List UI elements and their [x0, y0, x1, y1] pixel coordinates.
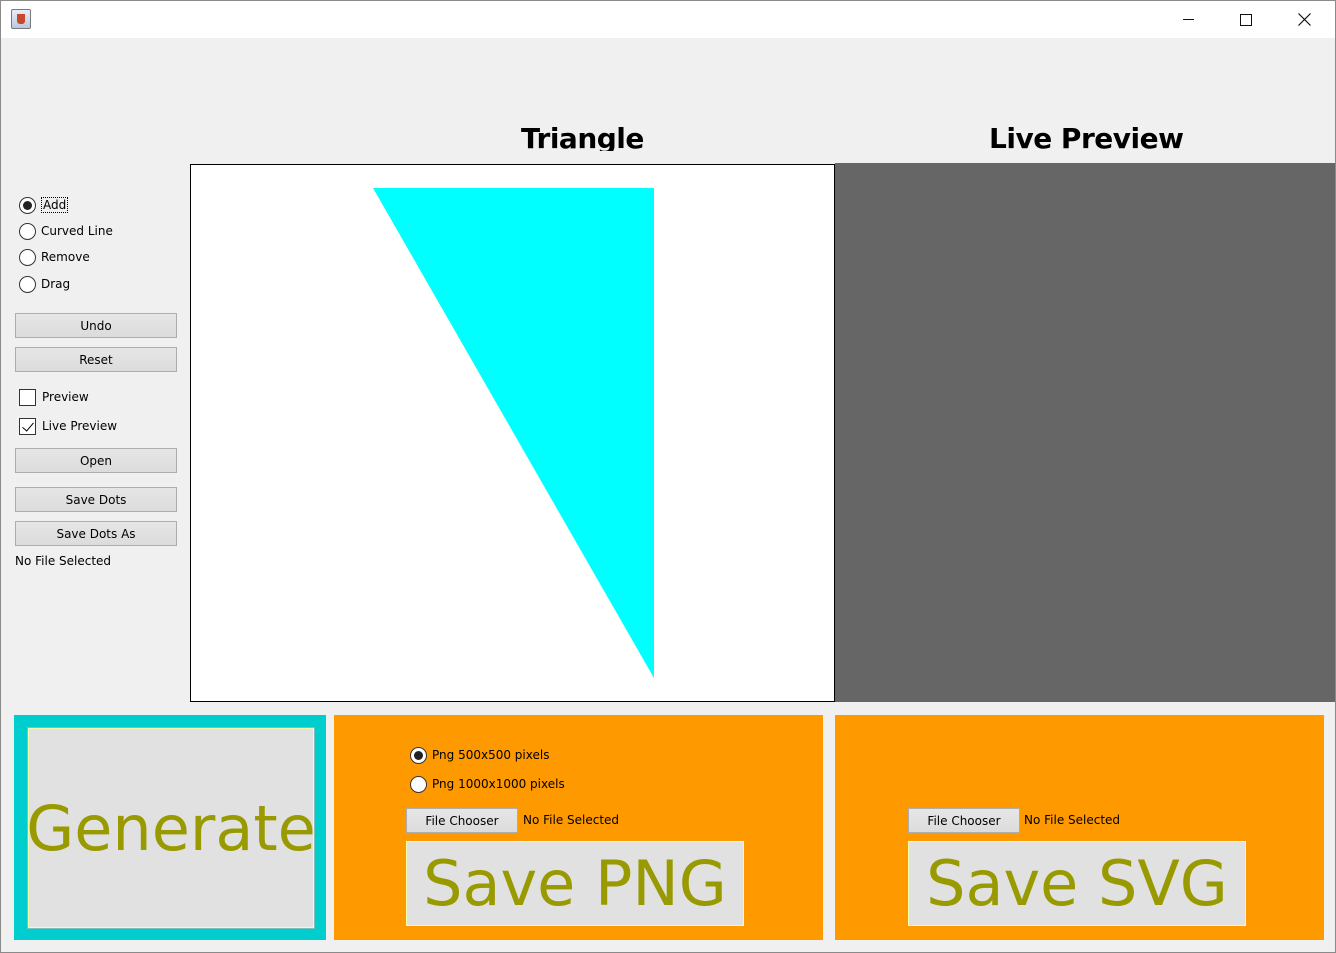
preview-checkbox[interactable]: [19, 388, 36, 406]
open-button[interactable]: Open: [15, 448, 177, 473]
mode-remove-radio[interactable]: Remove: [19, 247, 90, 267]
png-file-status: No File Selected: [523, 813, 620, 827]
preview-checkbox-row[interactable]: Preview: [19, 387, 89, 407]
close-icon: [1297, 13, 1311, 26]
live-preview-label: Live Preview: [42, 419, 118, 433]
minimize-icon: [1182, 19, 1194, 20]
live-preview-checkbox-row[interactable]: Live Preview: [19, 416, 117, 436]
radio-button[interactable]: [19, 275, 36, 293]
mode-add-radio[interactable]: Add: [19, 195, 69, 215]
mode-curved-line-label: Curved Line: [41, 224, 113, 238]
dots-file-status: No File Selected: [15, 554, 112, 568]
mode-drag-label: Drag: [41, 277, 71, 291]
save-svg-button[interactable]: Save SVG: [908, 841, 1246, 926]
radio-button[interactable]: [410, 746, 427, 764]
maximize-icon: [1240, 13, 1252, 26]
radio-button[interactable]: [410, 775, 427, 793]
live-preview-heading: Live Preview: [989, 122, 1184, 155]
generate-button[interactable]: Generate: [26, 727, 316, 929]
svg-file-status: No File Selected: [1024, 813, 1121, 827]
svg-export-panel: File Chooser No File Selected Save SVG: [835, 715, 1324, 940]
app-window: Triangle Live Preview Add Curved Line Re…: [0, 0, 1336, 953]
radio-button[interactable]: [19, 222, 36, 240]
triangle-heading: Triangle: [521, 122, 644, 151]
mode-curved-line-radio[interactable]: Curved Line: [19, 221, 113, 241]
undo-button[interactable]: Undo: [15, 313, 177, 338]
png-1000-label: Png 1000x1000 pixels: [432, 777, 565, 791]
generate-panel: Generate: [14, 715, 326, 940]
save-png-button[interactable]: Save PNG: [406, 841, 744, 926]
maximize-button[interactable]: [1217, 1, 1275, 38]
drawing-canvas[interactable]: [190, 164, 835, 702]
png-500-radio[interactable]: Png 500x500 pixels: [410, 745, 549, 765]
content-pane: Triangle Live Preview Add Curved Line Re…: [1, 38, 1335, 952]
java-app-icon: [11, 9, 31, 29]
png-file-chooser-button[interactable]: File Chooser: [406, 808, 518, 833]
png-1000-radio[interactable]: Png 1000x1000 pixels: [410, 774, 565, 794]
svg-file-chooser-button[interactable]: File Chooser: [908, 808, 1020, 833]
mode-drag-radio[interactable]: Drag: [19, 274, 70, 294]
live-preview-area: [835, 163, 1335, 702]
live-preview-checkbox[interactable]: [19, 417, 36, 435]
triangle-shape: [373, 188, 654, 678]
png-500-label: Png 500x500 pixels: [432, 748, 550, 762]
mode-add-label: Add: [41, 197, 69, 213]
save-dots-as-button[interactable]: Save Dots As: [15, 521, 177, 546]
save-dots-button[interactable]: Save Dots: [15, 487, 177, 512]
minimize-button[interactable]: [1159, 1, 1217, 38]
reset-button[interactable]: Reset: [15, 347, 177, 372]
radio-button[interactable]: [19, 196, 36, 214]
title-bar: [1, 1, 1335, 38]
mode-remove-label: Remove: [41, 250, 90, 264]
close-button[interactable]: [1275, 1, 1333, 38]
preview-label: Preview: [42, 390, 89, 404]
png-export-panel: Png 500x500 pixels Png 1000x1000 pixels …: [334, 715, 823, 940]
radio-button[interactable]: [19, 248, 36, 266]
